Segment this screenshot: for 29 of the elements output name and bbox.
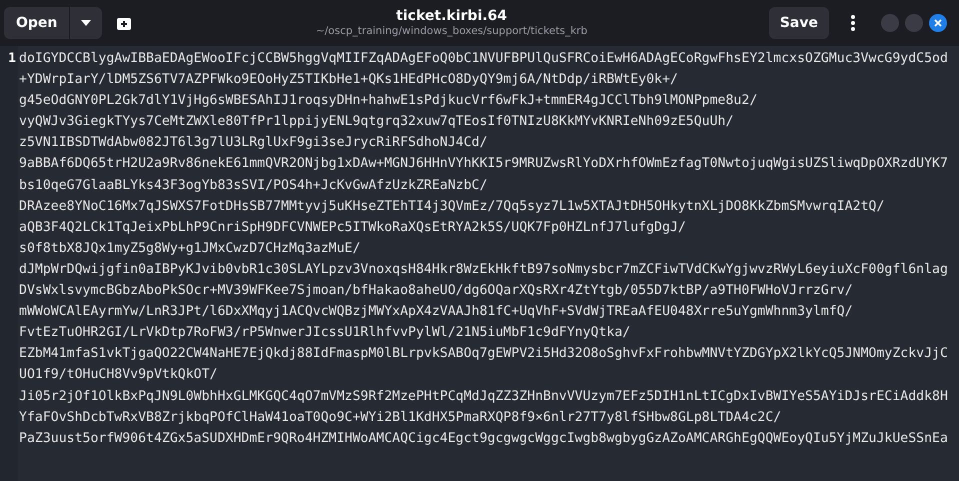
line-number: 1 [8, 50, 16, 68]
text-line: DRAzee8YNoC16Mx7qJSWXS7FotDHsSB77MMtyvj5uKHseZTEhTI4j3QVmEz/7Qq5syz7L1w5XTAJtDH5OHkytnXLjDO8KkZbmSMvwrqIA2tQ/ [19, 198, 884, 216]
text-line: Ji05r2jOf1OlkBxPqJN9L0WbhHxGLMKGQC4qO7mVMzS9Rf2MzePHtPCqMdJqZZ3ZHnBnvVVUzym7EFz5DIH1nLtICgDxIvBWIYeS5AYiDJsrECiAddk8H [19, 388, 948, 406]
text-line: mWWoWCAlEAyrmYw/LnR3JPt/l6DxXMqyj1ACQvcWQBzjMWYxApX4zVAAJh81fC+UqVhF+SVdWjTREaAfEU048Xrre5uYgmWhnm3ylmfQ/ [19, 303, 853, 322]
text-line: EZbM41mfaS1vkTjgaQO22CW4NaHE7EjQkdj88IdFmaspM0lBLrpvkSABOq7gEWPV2i5Hd32O8oSghvFxFrohbwMNVtYZDGYpX2lkYcQ5JNMOmyZckvJjC [19, 345, 948, 364]
text-line: UO1f9/tOHuCH8Vv9pVtkQkOT/ [19, 366, 218, 384]
text-line: DVsWxlsvymcBGbzAboPkSOcr+MV39WFKee7Sjmoan/bfHakao8aheUO/dg6OQarXQsRXr4ZtYtgb/055D7ktBP/a9TH0FWHoVJrrzGrv/ [19, 282, 853, 300]
text-line: dJMpWrDQwijgfin0aIBPyKJvib0vbR1c30SLAYLpzv3VnoxqsH84Hkr8WzEkHkftB97soNmysbcr7mZCFiwTVdCKwYgjwvzRWyL6eyiuXcF00gfl6nlag [19, 260, 948, 279]
text-line: z5VN1IBSDTWdAbw082JT6l3g7lU3LRglUxF9gi3seJrycRiRFSdhoNJ4Cd/ [19, 134, 488, 152]
text-line: g45eOdGNY0PL2Gk7dlY1VjHg6sWBESAhIJ1roqsyDHn+hahwE1sPdjkucVrf6wFkJ+tmmER4gJCClTbh9lMONPpme8u2/ [19, 92, 758, 110]
text-line: +YDWrpIarY/lDM5ZS6TV7AZPFWko9EOoHyZ5TIKbHe1+QKs1HEdPHcO8DyQY9mj6A/NtDdp/iRBWtEy0k+/ [19, 71, 678, 90]
caret-icon [81, 20, 92, 26]
text-line: YfaFOvShDcbTwRxVB8ZrjkbqPOfClHaW41oaT0Qo9C+WYi2Bl1KdHX5PmaRXQP8f9×6nlr27T7y8lfSHbw8GLp8LTDA4c2C/ [19, 408, 782, 427]
text-line: bs10qeG7GlaaBLYks43F3ogYb83sSVI/POS4h+JcKvGwAfzUzkZREaNzbC/ [19, 176, 488, 195]
new-tab-icon [117, 16, 132, 30]
text-line: PaZ3uust5orfW906t4ZGx5aSUDXHDmEr9QRo4HZMIHWoAMCAQCigc4Egct9gcgwgcWggcIwgb8wgbygGzAZoAMCARGhEgQQWEoyQIu5YjMZuJkUeSSnEa [19, 430, 948, 448]
menu-icon [851, 15, 855, 31]
text-line: doIGYDCCBlygAwIBBaEDAgEWooIFcjCCBW5hggVqMIIFZqADAgEFoQ0bC1NVUFBPUlQuSFRCoiEwH6ADAgECoRgwFhsEY2lmcxsOZGMuc3VwcG9ydC5od [19, 50, 948, 68]
text-line: vyQWJv3GiegkTYys7CeMtZWXle80TfPr1lppijyENL9qtgrq32xuw7qTEosIf0TNIzU8KkMYvKNRIeNh09zE5QuUh/ [19, 113, 734, 132]
save-button[interactable]: Save [768, 7, 829, 39]
open-button[interactable]: Open [4, 7, 70, 39]
close-button[interactable] [929, 14, 947, 32]
file-path: ~/oscp_training/windows_boxes/support/tickets_krb [316, 25, 588, 38]
text-line: FvtEzTuOHR2GI/LrVkDtp7RoFW3/rP5WnwerJIcssU1RlhfvvPylWl/21N5iuMbF1c9dFYnyQtka/ [19, 324, 630, 342]
text-line: aQB3F4Q2LCk1TqJeixPbLhP9CnriSpH9DFCVNWEPc5ITWkoRaXQsEtRYA2k5S/UQK7Fp0HZLnfJ7lufgDgJ/ [19, 218, 686, 237]
text-line: 9aBBAf6DQ65trH2U2a9Rv86nekE61mmQVR2ONjbg1xDAw+MGNJ6HHnVYhKKI5r9MRUZwsRlYoDXrhfOWmEzfagT0NwtojuqWgisUZSliwqDpOXRzdUYK7 [19, 155, 948, 174]
text-line: s0f8tbX8JQx1myZ5g8Wy+g1JMxCwzD7CHzMq3azMuE/ [19, 240, 360, 258]
close-icon [934, 19, 942, 27]
window-title: ticket.kirbi.64 [396, 8, 508, 26]
